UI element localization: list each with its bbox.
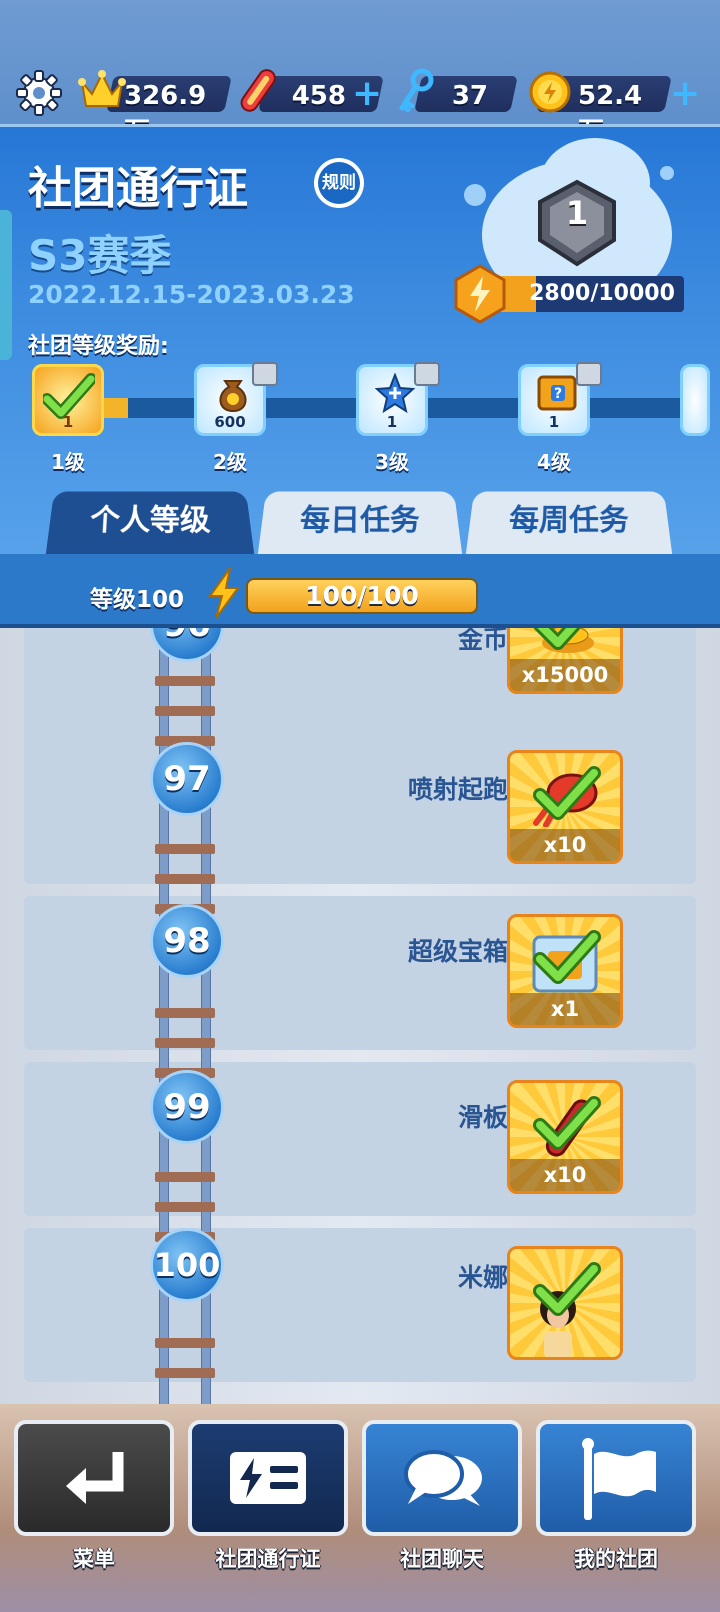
check-icon	[533, 930, 601, 984]
return-arrow-icon	[66, 1452, 124, 1504]
rail-sleeper	[155, 1008, 215, 1018]
rail-sleeper	[155, 1338, 215, 1348]
crown-value: 326.9万	[124, 81, 207, 147]
level-node: 98	[150, 904, 224, 978]
reward-name: 米娜	[457, 1263, 508, 1292]
club-pass-label: 社团通行证	[215, 1547, 321, 1571]
lightning-icon	[208, 567, 240, 619]
coins-value: 52.4万	[578, 81, 643, 147]
cloud-dot	[464, 184, 486, 206]
tier-level-label: 4级	[537, 450, 571, 474]
rail-sleeper	[155, 1368, 215, 1378]
club-chat-label: 社团聊天	[400, 1547, 484, 1571]
tier-level-label: 3级	[375, 450, 409, 474]
tier-level-label: 1级	[51, 450, 85, 474]
menu-label: 菜单	[73, 1547, 115, 1571]
reward-quantity: x1	[510, 993, 620, 1025]
tier-reward-count: 600	[214, 413, 246, 431]
key-icon	[399, 68, 434, 113]
flag-icon	[582, 1438, 656, 1520]
reward-icon-box[interactable]: x15000	[507, 628, 623, 694]
rail-sleeper	[155, 874, 215, 884]
reward-name: 喷射起跑	[407, 775, 508, 804]
my-club-label: 我的社团	[574, 1547, 658, 1571]
rail-sleeper	[155, 1172, 215, 1182]
add-boards-button[interactable]: +	[352, 76, 382, 112]
tab-daily-tasks[interactable]: 每日任务	[257, 491, 463, 556]
check-icon	[533, 1262, 601, 1316]
money-bag-icon	[219, 380, 247, 413]
reward-name: 超级宝箱	[407, 937, 508, 966]
mystery-box-icon: ?	[537, 375, 577, 411]
gear-icon[interactable]	[14, 68, 64, 118]
menu-button[interactable]	[14, 1420, 174, 1536]
tier-badge-number: 1	[565, 194, 589, 232]
boards-value: 458	[291, 81, 346, 111]
check-icon	[533, 766, 601, 820]
level-node: 97	[150, 742, 224, 816]
crown-icon	[78, 70, 126, 107]
reward-quantity: x10	[510, 1159, 620, 1191]
star-icon	[375, 373, 415, 413]
keys-value: 37	[451, 81, 488, 111]
pass-ticket-icon	[230, 1452, 306, 1504]
page-title: 社团通行证	[28, 163, 248, 214]
tier-reward-5-partial[interactable]	[680, 364, 710, 436]
rail-sleeper	[155, 1038, 215, 1048]
reward-quantity: x10	[510, 829, 620, 861]
reward-icon-box[interactable]	[507, 1246, 623, 1360]
reward-icon-box[interactable]: x1	[507, 914, 623, 1028]
lock-icon	[252, 362, 278, 386]
check-icon	[533, 1096, 601, 1150]
rail-sleeper	[155, 844, 215, 854]
reward-name: 滑板	[457, 1103, 508, 1132]
rules-label: 规则	[318, 162, 360, 204]
lock-icon	[414, 362, 440, 386]
hoverboard-icon	[240, 69, 276, 112]
tab-personal-level[interactable]: 个人等级	[45, 491, 255, 556]
tier-reward-1[interactable]: 1	[32, 364, 104, 436]
svg-text:?: ?	[554, 386, 562, 402]
reward-name: 金币	[457, 628, 508, 654]
cloud-dot	[660, 166, 674, 180]
rail-sleeper	[155, 676, 215, 686]
chat-bubbles-icon	[404, 1450, 482, 1506]
level-label: 等级100	[90, 587, 185, 613]
rail-sleeper	[155, 1202, 215, 1212]
my-club-button[interactable]	[536, 1420, 696, 1536]
tier-reward-count: 1	[62, 413, 74, 431]
tier-progress-text: 2800/10000	[529, 281, 675, 306]
reward-icon-box[interactable]: x10	[507, 1080, 623, 1194]
season-label: S3赛季	[28, 231, 172, 280]
check-icon	[533, 628, 581, 650]
level-node: 99	[150, 1070, 224, 1144]
tier-track-fill	[100, 398, 128, 418]
tier-reward-count: 1	[386, 413, 398, 431]
tab-weekly-tasks[interactable]: 每周任务	[465, 491, 673, 556]
lightning-hex-icon	[454, 264, 506, 324]
tier-reward-count: 1	[548, 413, 560, 431]
level-node: 100	[150, 1228, 224, 1302]
reward-icon-box[interactable]: x10	[507, 750, 623, 864]
lock-icon	[576, 362, 602, 386]
reward-list[interactable]: 96 金币 x15000 97 喷射起跑 x10 98 超级宝箱 x1 99 滑…	[0, 628, 720, 1404]
coin-icon	[529, 71, 571, 113]
add-coins-button[interactable]: +	[670, 76, 700, 112]
club-chat-button[interactable]	[362, 1420, 522, 1536]
reward-quantity: x15000	[510, 659, 620, 691]
club-pass-button[interactable]	[188, 1420, 348, 1536]
rail-sleeper	[155, 706, 215, 716]
tier-level-label: 2级	[213, 450, 247, 474]
side-tab[interactable]	[0, 210, 12, 360]
level-progress-text: 100/100	[305, 581, 419, 610]
season-dates: 2022.12.15-2023.03.23	[28, 280, 355, 309]
rewards-heading: 社团等级奖励:	[28, 334, 169, 359]
rules-button[interactable]: 规则	[314, 158, 364, 208]
